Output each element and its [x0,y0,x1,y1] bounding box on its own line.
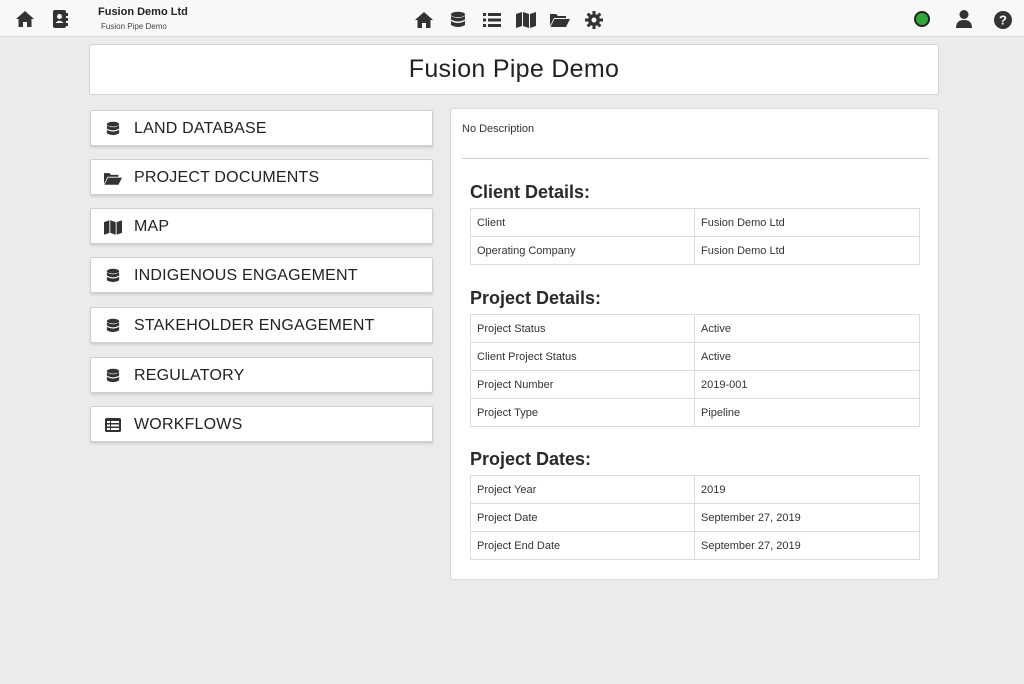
row-label: Client Project Status [470,342,695,371]
table-row: Project Date September 27, 2019 [470,503,920,532]
org-name: Fusion Demo Ltd [98,6,188,18]
nav-label: WORKFLOWS [134,416,243,433]
divider [462,158,929,159]
database-icon[interactable] [447,9,469,31]
table-row: Project End Date September 27, 2019 [470,531,920,560]
row-value: Active [694,342,920,371]
table-row: Client Fusion Demo Ltd [470,208,920,237]
nav-workflows-button[interactable]: WORKFLOWS [90,406,433,442]
row-value: Active [694,314,920,343]
database-icon [104,120,122,138]
row-label: Project Year [470,475,695,504]
table-row: Project Type Pipeline [470,398,920,427]
row-value: Fusion Demo Ltd [694,236,920,265]
row-label: Project Type [470,398,695,427]
row-value: Fusion Demo Ltd [694,208,920,237]
row-label: Project Number [470,370,695,399]
nav-indigenous-engagement-button[interactable]: INDIGENOUS ENGAGEMENT [90,257,433,293]
table-row: Project Status Active [470,314,920,343]
nav-stakeholder-engagement-button[interactable]: STAKEHOLDER ENGAGEMENT [90,307,433,343]
nav-label: REGULATORY [134,367,245,384]
top-navbar: Fusion Demo Ltd Fusion Pipe Demo ? [0,0,1024,37]
nav-label: MAP [134,218,170,235]
row-value: September 27, 2019 [694,531,920,560]
project-details-heading: Project Details: [470,288,602,308]
map-icon[interactable] [515,9,537,31]
row-value: Pipeline [694,398,920,427]
nav-regulatory-button[interactable]: REGULATORY [90,357,433,393]
status-online-indicator [914,11,930,27]
list-icon[interactable] [481,9,503,31]
table-icon [104,416,122,434]
contact-book-icon[interactable] [49,8,71,30]
nav-project-documents-button[interactable]: PROJECT DOCUMENTS [90,159,433,195]
database-icon [104,267,122,285]
project-name: Fusion Pipe Demo [101,22,167,31]
help-icon[interactable]: ? [992,9,1014,31]
nav-label: INDIGENOUS ENGAGEMENT [134,267,358,284]
row-label: Client [470,208,695,237]
gear-icon[interactable] [583,9,605,31]
nav-label: LAND DATABASE [134,120,267,137]
row-value: 2019-001 [694,370,920,399]
project-header: Fusion Pipe Demo [89,44,939,95]
table-row: Project Year 2019 [470,475,920,504]
row-label: Project Status [470,314,695,343]
row-value: September 27, 2019 [694,503,920,532]
project-dates-heading: Project Dates: [470,449,592,469]
table-row: Client Project Status Active [470,342,920,371]
database-icon [104,317,122,335]
home-icon[interactable] [413,9,435,31]
nav-label: PROJECT DOCUMENTS [134,169,320,186]
home-icon[interactable] [14,8,36,30]
folder-open-icon [104,169,122,187]
row-value: 2019 [694,475,920,504]
nav-label: STAKEHOLDER ENGAGEMENT [134,317,375,334]
svg-text:?: ? [999,13,1007,28]
user-icon[interactable] [953,8,975,30]
project-details-panel: No Description Client Details: Client Fu… [450,108,939,580]
row-label: Project Date [470,503,695,532]
row-label: Operating Company [470,236,695,265]
page-title: Fusion Pipe Demo [408,55,620,83]
map-icon [104,218,122,236]
project-dates-table: Project Year 2019 Project Date September… [470,475,920,560]
project-description: No Description [462,123,535,135]
client-details-table: Client Fusion Demo Ltd Operating Company… [470,208,920,265]
client-details-heading: Client Details: [470,182,591,202]
project-details-table: Project Status Active Client Project Sta… [470,314,920,427]
database-icon [104,367,122,385]
row-label: Project End Date [470,531,695,560]
table-row: Operating Company Fusion Demo Ltd [470,236,920,265]
nav-map-button[interactable]: MAP [90,208,433,244]
folder-open-icon[interactable] [549,9,571,31]
table-row: Project Number 2019-001 [470,370,920,399]
nav-land-database-button[interactable]: LAND DATABASE [90,110,433,146]
